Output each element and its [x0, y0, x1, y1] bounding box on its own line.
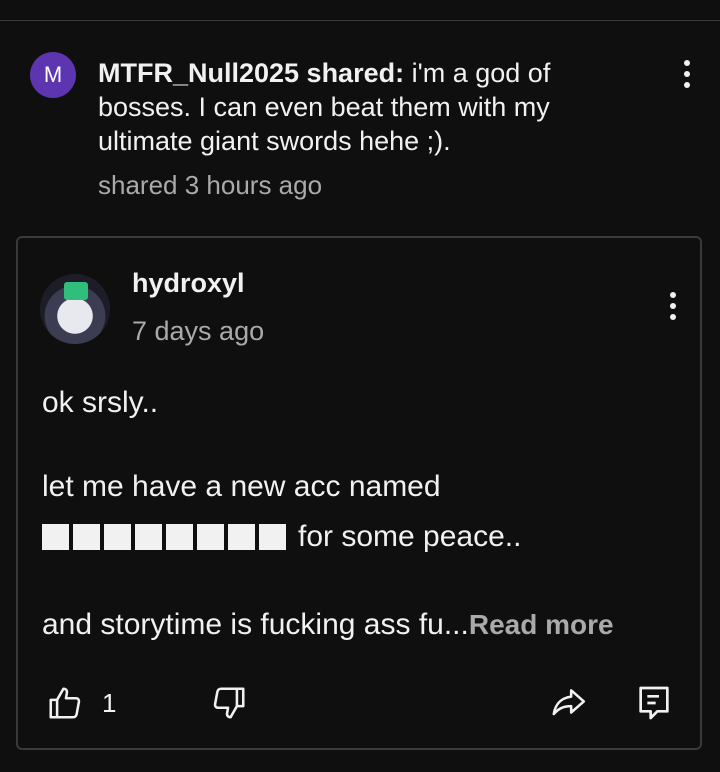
share-author[interactable]: MTFR_Null2025 shared:: [98, 58, 404, 88]
top-divider: [0, 0, 720, 21]
thumbs-down-icon[interactable]: [210, 684, 248, 727]
comment-line: let me have a new acc named: [42, 470, 441, 503]
comment-line: and storytime is fucking ass fu...Read m…: [42, 600, 682, 650]
share-timestamp: shared 3 hours ago: [98, 170, 323, 200]
comment-timestamp: 7 days ago: [132, 316, 265, 346]
commenter-name[interactable]: hydroxyl: [132, 268, 245, 299]
author-avatar[interactable]: M: [30, 52, 76, 98]
read-more-link[interactable]: Read more: [469, 609, 614, 640]
comment-actions: 1: [18, 678, 704, 728]
reply-icon[interactable]: [634, 682, 674, 729]
more-options-icon[interactable]: [684, 60, 690, 88]
like-count: 1: [102, 688, 117, 718]
comment-truncated-text: and storytime is fucking ass fu...: [42, 608, 469, 641]
comment-line-suffix: for some peace..: [298, 520, 522, 553]
comment-line: for some peace..: [42, 512, 682, 562]
comment-line: ok srsly..: [42, 386, 159, 419]
share-icon[interactable]: [548, 684, 588, 727]
shared-comment-card[interactable]: hydroxyl 7 days ago ok srsly.. let me ha…: [16, 236, 702, 750]
comment-more-options-icon[interactable]: [670, 292, 676, 320]
share-text: MTFR_Null2025 shared: i'm a god of bosse…: [98, 56, 618, 158]
commenter-avatar[interactable]: [40, 274, 110, 344]
censored-blocks: [42, 524, 286, 550]
thumbs-up-icon[interactable]: [46, 684, 84, 727]
